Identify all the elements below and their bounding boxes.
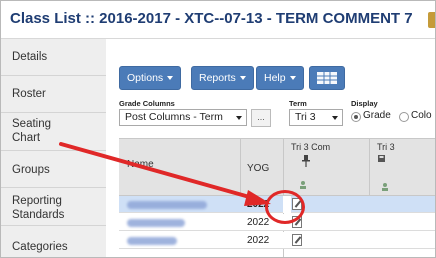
title-action-icon[interactable] bbox=[428, 12, 435, 28]
pin-icon[interactable] bbox=[302, 155, 310, 167]
title-bar: Class List :: 2016-2017 - XTC--07-13 - T… bbox=[1, 1, 435, 39]
dropdown-arrow-icon bbox=[332, 116, 338, 120]
sidebar-item-label: Categories bbox=[12, 241, 68, 253]
column-divider bbox=[369, 138, 370, 196]
term-select[interactable]: Tri 3 bbox=[289, 109, 343, 126]
yog-cell: 2022 bbox=[247, 217, 270, 228]
sidebar-item-categories[interactable]: Categories bbox=[1, 226, 106, 257]
yog-cell: 2022 bbox=[247, 235, 270, 246]
student-name-redacted[interactable] bbox=[127, 237, 177, 245]
display-label: Display bbox=[351, 99, 378, 108]
dropdown-arrow-icon bbox=[236, 116, 242, 120]
tri3-com-column-header[interactable]: Tri 3 Com bbox=[291, 142, 330, 152]
tri3-column-header[interactable]: Tri 3 bbox=[377, 142, 395, 152]
display-color-radio[interactable] bbox=[399, 112, 409, 122]
reports-button[interactable]: Reports bbox=[191, 66, 254, 90]
display-color-label: Colo bbox=[411, 110, 432, 121]
student-name-redacted[interactable] bbox=[127, 219, 185, 227]
yog-column-header[interactable]: YOG bbox=[247, 163, 269, 174]
sidebar-item-reporting-standards[interactable]: Reporting Standards bbox=[1, 188, 106, 226]
sidebar-item-label: Reporting Standards bbox=[12, 195, 65, 221]
grade-columns-label: Grade Columns bbox=[119, 99, 175, 108]
options-button[interactable]: Options bbox=[119, 66, 182, 90]
grade-columns-value: Post Columns - Term bbox=[125, 111, 223, 123]
chevron-down-icon bbox=[239, 76, 246, 81]
sidebar-item-label: Seating Chart bbox=[12, 118, 52, 144]
student-name-redacted[interactable] bbox=[127, 201, 207, 209]
help-button[interactable]: Help bbox=[256, 66, 304, 90]
person-icon[interactable] bbox=[298, 180, 308, 190]
display-grade-radio[interactable] bbox=[351, 112, 361, 122]
term-value: Tri 3 bbox=[295, 111, 316, 123]
grid-icon bbox=[317, 72, 337, 84]
options-label: Options bbox=[127, 72, 164, 84]
table-header: Name YOG Tri 3 Com Tri 3 bbox=[119, 138, 435, 196]
table-row[interactable]: 2022 bbox=[119, 232, 435, 249]
column-divider bbox=[240, 138, 241, 196]
sidebar-item-label: Details bbox=[12, 51, 48, 63]
term-label: Term bbox=[289, 99, 307, 108]
page-title: Class List :: 2016-2017 - XTC--07-13 - T… bbox=[10, 10, 413, 27]
edit-comment-icon[interactable] bbox=[292, 234, 302, 246]
save-icon[interactable] bbox=[378, 155, 385, 162]
app-window: Class List :: 2016-2017 - XTC--07-13 - T… bbox=[0, 0, 436, 258]
sidebar-item-roster[interactable]: Roster bbox=[1, 76, 106, 113]
chevron-down-icon bbox=[289, 76, 296, 81]
more-options-button[interactable]: ... bbox=[251, 109, 271, 127]
sidebar: Details Roster Seating Chart Groups Repo… bbox=[1, 39, 106, 257]
display-grade-label: Grade bbox=[363, 110, 391, 121]
sidebar-item-seating-chart[interactable]: Seating Chart bbox=[1, 113, 106, 151]
annotation-circle bbox=[265, 190, 305, 224]
sidebar-item-details[interactable]: Details bbox=[1, 39, 106, 76]
grid-view-button[interactable] bbox=[309, 66, 345, 90]
grade-columns-select[interactable]: Post Columns - Term bbox=[119, 109, 247, 126]
help-label: Help bbox=[264, 72, 286, 84]
chevron-down-icon bbox=[167, 76, 174, 81]
person-icon[interactable] bbox=[380, 182, 390, 192]
reports-label: Reports bbox=[199, 72, 236, 84]
sidebar-item-label: Roster bbox=[12, 88, 46, 100]
sidebar-item-label: Groups bbox=[12, 164, 50, 176]
name-column-header[interactable]: Name bbox=[127, 159, 154, 170]
main-content: Options Reports Help Grade Columns Post … bbox=[107, 40, 435, 257]
sidebar-item-groups[interactable]: Groups bbox=[1, 151, 106, 188]
